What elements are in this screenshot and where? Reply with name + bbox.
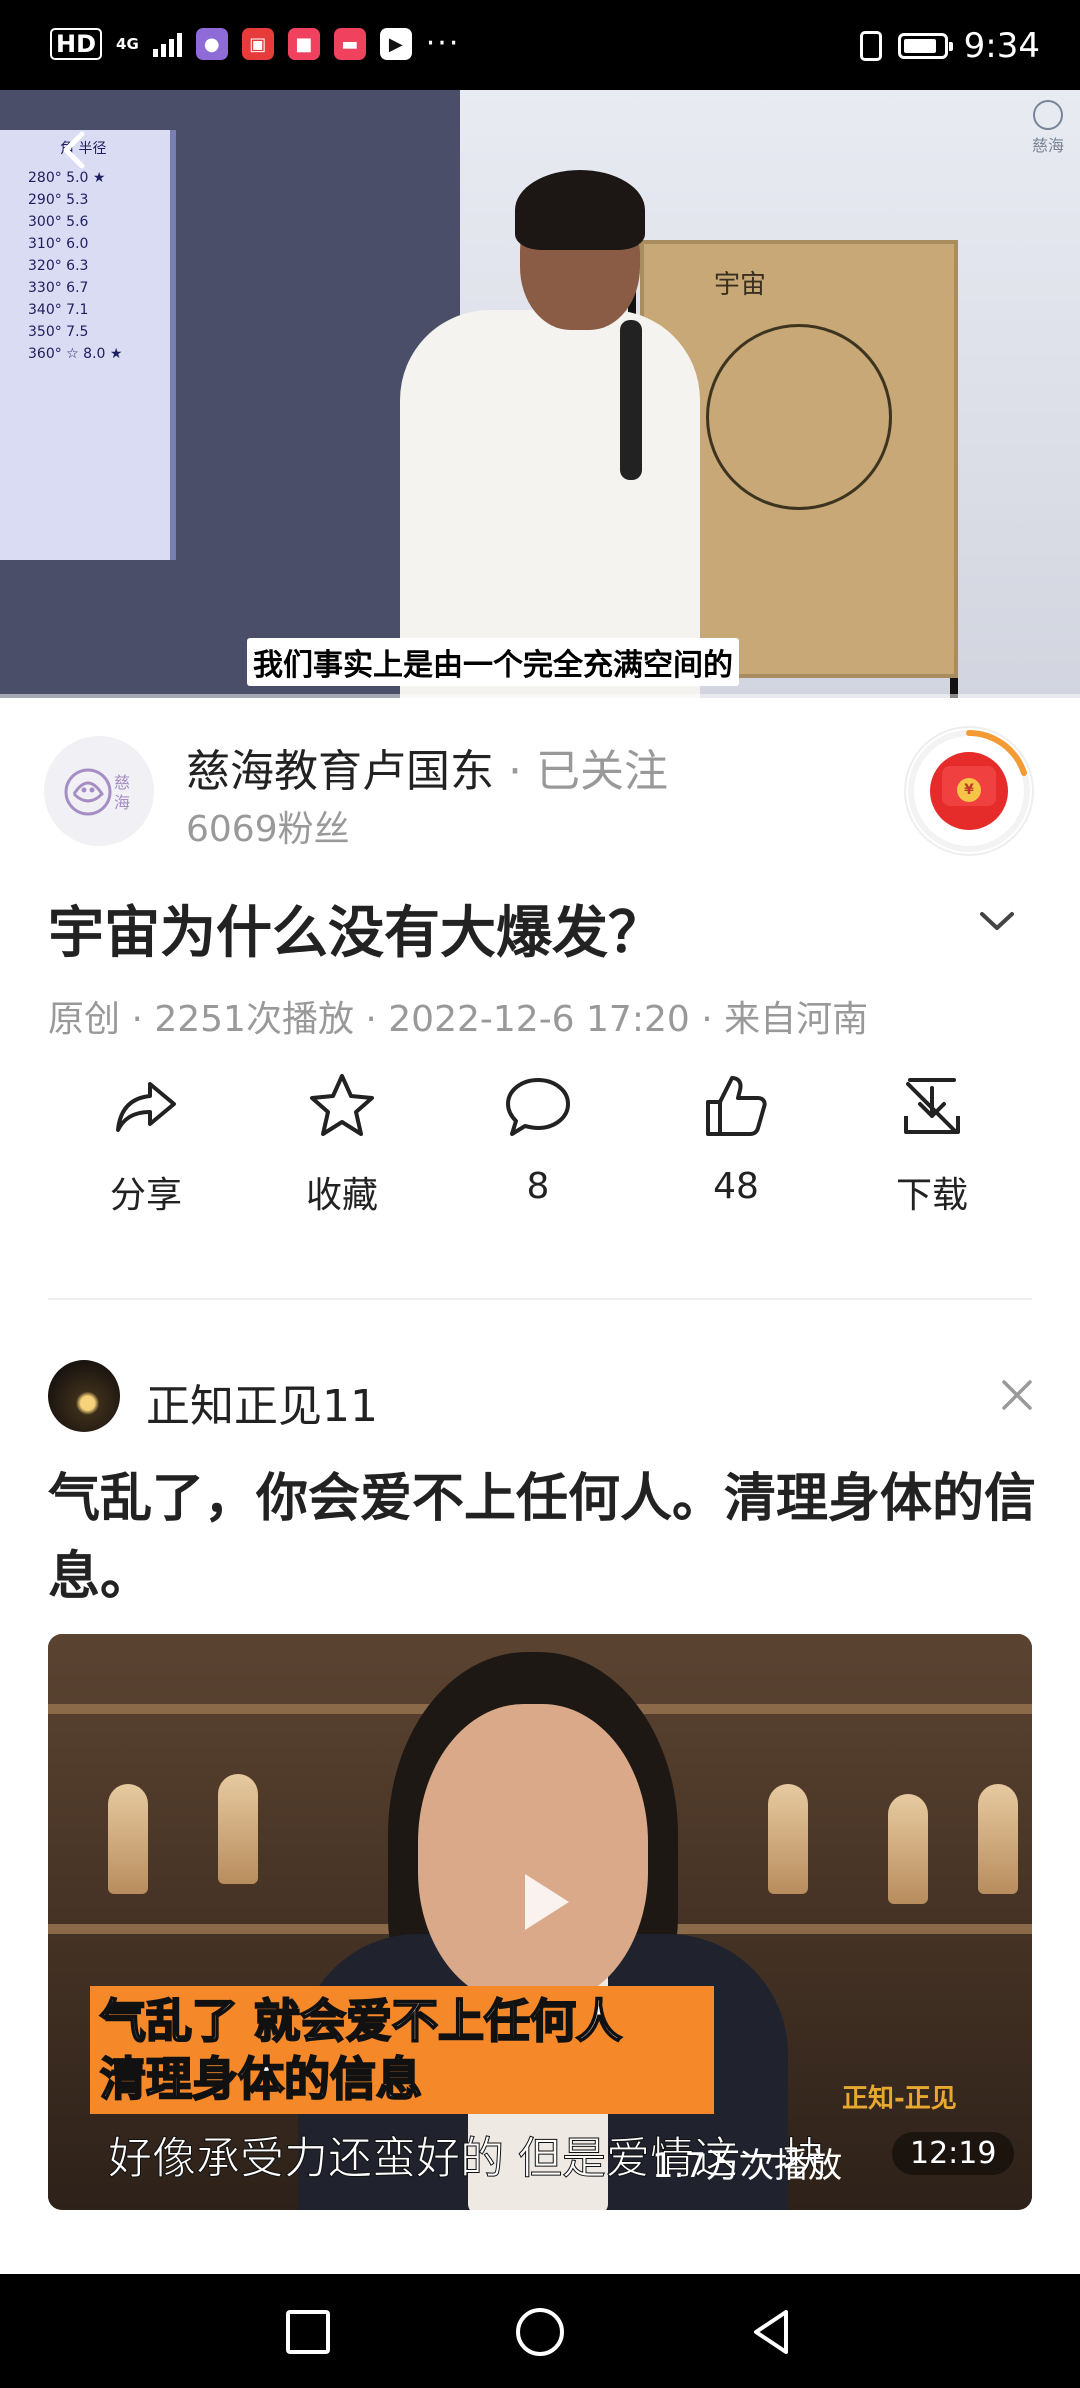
svg-text:海: 海: [114, 793, 130, 812]
download-button[interactable]: 下载: [852, 1060, 1012, 1218]
network-type: 4G: [116, 35, 139, 53]
red-packet-button[interactable]: ¥: [906, 728, 1032, 854]
comment-icon: [506, 1078, 570, 1136]
fan-count: 6069粉丝: [186, 809, 350, 850]
thumbs-up-icon: [706, 1076, 767, 1136]
lotus-logo-icon: 慈 海: [64, 768, 130, 816]
speaker-hair: [515, 170, 645, 250]
channel-watermark: 慈海: [1030, 100, 1066, 156]
app-icon-4: ▬: [333, 28, 366, 60]
svg-text:慈: 慈: [114, 773, 130, 792]
app-icon-5: ▶: [379, 28, 412, 60]
home-icon[interactable]: [514, 2306, 566, 2358]
feed-watermark: 正知-正见: [842, 2084, 957, 2114]
view-count: 1.7万次播放: [652, 2146, 843, 2186]
microphone: [620, 320, 642, 480]
overlay-line-1: 气乱了 就会爱不上任何人: [99, 1993, 623, 2049]
signal-icon: [152, 31, 182, 57]
author-avatar[interactable]: 慈 海: [44, 736, 154, 846]
statue: [978, 1784, 1018, 1894]
like-count: 48: [713, 1166, 759, 1207]
recent-apps-icon[interactable]: [282, 2306, 334, 2358]
battery-icon: [897, 33, 953, 59]
share-icon: [116, 1082, 176, 1132]
slide-row: 350° 7.5: [28, 324, 89, 340]
chevron-down-icon[interactable]: [972, 896, 1022, 946]
hd-indicator: HD: [50, 28, 103, 60]
play-icon[interactable]: [503, 1862, 583, 1942]
author-line: 慈海教育卢国东 · 已关注: [186, 735, 668, 799]
overlay-title: 气乱了 就会爱不上任何人 清理身体的信息: [90, 1986, 714, 2114]
star-icon: [310, 1074, 374, 1136]
red-envelope-icon: ¥: [930, 752, 1008, 830]
watermark-text: 慈海: [1031, 136, 1064, 155]
system-nav-bar: [0, 2274, 1080, 2388]
comment-button[interactable]: 8: [458, 1060, 618, 1207]
favorite-button[interactable]: 收藏: [262, 1060, 422, 1218]
feed-video-thumbnail[interactable]: 气乱了 就会爱不上任何人 清理身体的信息 正知-正见 好像承受力还蛮好的 但是爱…: [48, 1634, 1032, 2210]
share-label: 分享: [109, 1175, 182, 1216]
app-icon-3: ■: [287, 28, 320, 60]
vibrate-icon: [859, 31, 882, 61]
download-disabled-icon: [904, 1078, 960, 1134]
clock: 9:34: [963, 26, 1040, 66]
status-bar: HD 4G ● ▣ ■ ▬ ▶ ··· 9:34: [0, 0, 1080, 90]
feed-title[interactable]: 气乱了，你会爱不上任何人。清理身体的信息。: [48, 1460, 1038, 1616]
action-bar: 分享 收藏 8 48 下载: [0, 1060, 1080, 1240]
slide-row: 300° 5.6: [28, 214, 89, 230]
more-notifications-icon: ···: [425, 26, 461, 61]
separator: ·: [508, 746, 522, 797]
like-button[interactable]: 48: [656, 1060, 816, 1207]
favorite-label: 收藏: [305, 1175, 378, 1216]
speaker-face: [418, 1704, 648, 2004]
board-circle: [706, 324, 892, 510]
video-player[interactable]: 角 半径 280° 5.0 ★ 290° 5.3 300° 5.6 310° 6.0 3…: [0, 90, 1080, 698]
statue: [218, 1774, 258, 1884]
app-icon-2: ▣: [241, 28, 274, 60]
board-word: 宇宙: [714, 270, 767, 300]
overlay-line-2: 清理身体的信息: [99, 2051, 423, 2107]
close-icon[interactable]: [996, 1374, 1038, 1416]
slide-row: 360° ☆ 8.0 ★: [28, 346, 123, 362]
follow-button[interactable]: 已关注: [536, 746, 668, 797]
back-arrow-icon[interactable]: [46, 120, 106, 180]
slide-row: 330° 6.7: [28, 280, 89, 296]
slide-table: 角 半径 280° 5.0 ★ 290° 5.3 300° 5.6 310° 6.0 3…: [0, 130, 176, 560]
video-title: 宇宙为什么没有大爆发？: [48, 901, 664, 966]
author-name[interactable]: 慈海教育卢国东: [186, 746, 494, 797]
video-caption: 我们事实上是由一个完全充满空间的: [247, 638, 739, 686]
video-meta: 原创 · 2251次播放 · 2022-12-6 17:20 · 来自河南: [48, 999, 869, 1040]
poster-name[interactable]: 正知正见11: [146, 1370, 378, 1434]
slide-row: 290° 5.3: [28, 192, 89, 208]
share-button[interactable]: 分享: [66, 1060, 226, 1218]
statue: [108, 1784, 148, 1894]
slide-row: 310° 6.0: [28, 236, 89, 252]
slide-row: 320° 6.3: [28, 258, 89, 274]
slide-row: 340° 7.1: [28, 302, 89, 318]
video-progress-bar[interactable]: [0, 694, 1080, 698]
app-icon-1: ●: [195, 28, 228, 60]
statue: [768, 1784, 808, 1894]
presentation-slide: 角 半径 280° 5.0 ★ 290° 5.3 300° 5.6 310° 6.0 3…: [0, 90, 460, 698]
back-icon[interactable]: [746, 2306, 798, 2358]
comment-count: 8: [526, 1166, 550, 1207]
duration-badge: 12:19: [892, 2132, 1015, 2175]
download-label: 下载: [895, 1175, 968, 1216]
poster-avatar[interactable]: [48, 1360, 120, 1432]
section-divider: [48, 1298, 1032, 1300]
statue: [888, 1794, 928, 1904]
coin-icon: ¥: [957, 778, 981, 802]
